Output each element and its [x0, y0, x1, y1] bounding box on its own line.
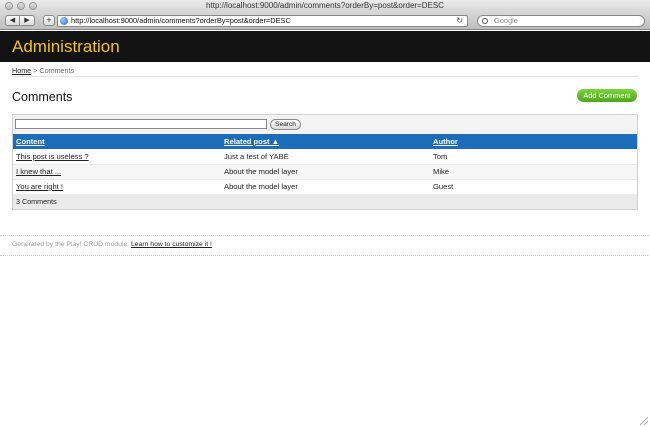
comment-link[interactable]: You are right !: [16, 182, 63, 191]
cell-author: Guest: [430, 179, 637, 195]
window-controls: [5, 2, 37, 10]
column-header-related-post[interactable]: Related post ▲: [221, 134, 430, 149]
comments-panel: Search Content Related post ▲ Author Thi…: [12, 114, 638, 210]
customize-link[interactable]: Learn how to customize it !: [131, 241, 212, 248]
address-bar[interactable]: http://localhost:9000/admin/comments?ord…: [57, 15, 468, 27]
table-row: You are right ! About the model layer Gu…: [13, 179, 637, 195]
zoom-window-button[interactable]: [29, 2, 37, 10]
search-placeholder: Google: [494, 16, 518, 25]
column-header-content[interactable]: Content: [13, 134, 221, 149]
breadcrumb: Home > Comments: [12, 66, 74, 75]
cell-post: Just a test of YABE: [221, 149, 430, 165]
breadcrumb-separator: >: [33, 66, 38, 75]
column-header-author[interactable]: Author: [430, 134, 637, 149]
comment-link[interactable]: This post is useless ?: [16, 152, 89, 161]
table-header-row: Content Related post ▲ Author: [13, 134, 637, 149]
page-title: Comments: [12, 90, 73, 104]
footer-text: Generated by the Play! CRUD module.: [12, 241, 130, 248]
site-title: Administration: [12, 37, 120, 56]
table-row: This post is useless ? Just a test of YA…: [13, 149, 637, 165]
divider: [12, 76, 638, 77]
cell-post: About the model layer: [221, 179, 430, 195]
admin-header: Administration: [0, 31, 650, 62]
cell-author: Mike: [430, 164, 637, 180]
browser-search-input[interactable]: Google: [477, 15, 645, 27]
add-comment-button[interactable]: Add Comment: [577, 89, 637, 102]
search-row: Search: [13, 115, 637, 134]
cell-author: Tom: [430, 149, 637, 165]
address-text: http://localhost:9000/admin/comments?ord…: [71, 16, 291, 25]
table-row: I knew that ... About the model layer Mi…: [13, 164, 637, 180]
breadcrumb-home-link[interactable]: Home: [12, 66, 31, 75]
search-button[interactable]: Search: [270, 119, 301, 130]
globe-icon: [60, 17, 68, 25]
nav-buttons: ◀ ▶: [5, 15, 35, 26]
comment-count: 3 Comments: [13, 194, 637, 209]
minimize-window-button[interactable]: [17, 2, 25, 10]
breadcrumb-current: Comments: [39, 66, 75, 75]
cell-content: This post is useless ?: [13, 149, 221, 165]
back-button[interactable]: ◀: [5, 15, 20, 26]
window-title: http://localhost:9000/admin/comments?ord…: [206, 1, 444, 10]
divider: [0, 235, 650, 236]
divider: [0, 255, 650, 256]
reload-icon[interactable]: ↻: [456, 16, 463, 26]
search-input[interactable]: [15, 119, 267, 129]
cell-post: About the model layer: [221, 164, 430, 180]
browser-titlebar: http://localhost:9000/admin/comments?ord…: [0, 0, 650, 12]
forward-button[interactable]: ▶: [20, 15, 35, 26]
search-icon: [482, 18, 488, 24]
crud-footer: Generated by the Play! CRUD module. Lear…: [12, 241, 212, 248]
browser-toolbar: ◀ ▶ + http://localhost:9000/admin/commen…: [0, 12, 650, 30]
close-window-button[interactable]: [5, 2, 13, 10]
resize-grip-icon[interactable]: [640, 417, 648, 425]
comment-link[interactable]: I knew that ...: [16, 167, 61, 176]
cell-content: I knew that ...: [13, 164, 221, 180]
cell-content: You are right !: [13, 179, 221, 195]
add-bookmark-button[interactable]: +: [43, 15, 55, 26]
comments-table: Content Related post ▲ Author This post …: [13, 134, 637, 195]
